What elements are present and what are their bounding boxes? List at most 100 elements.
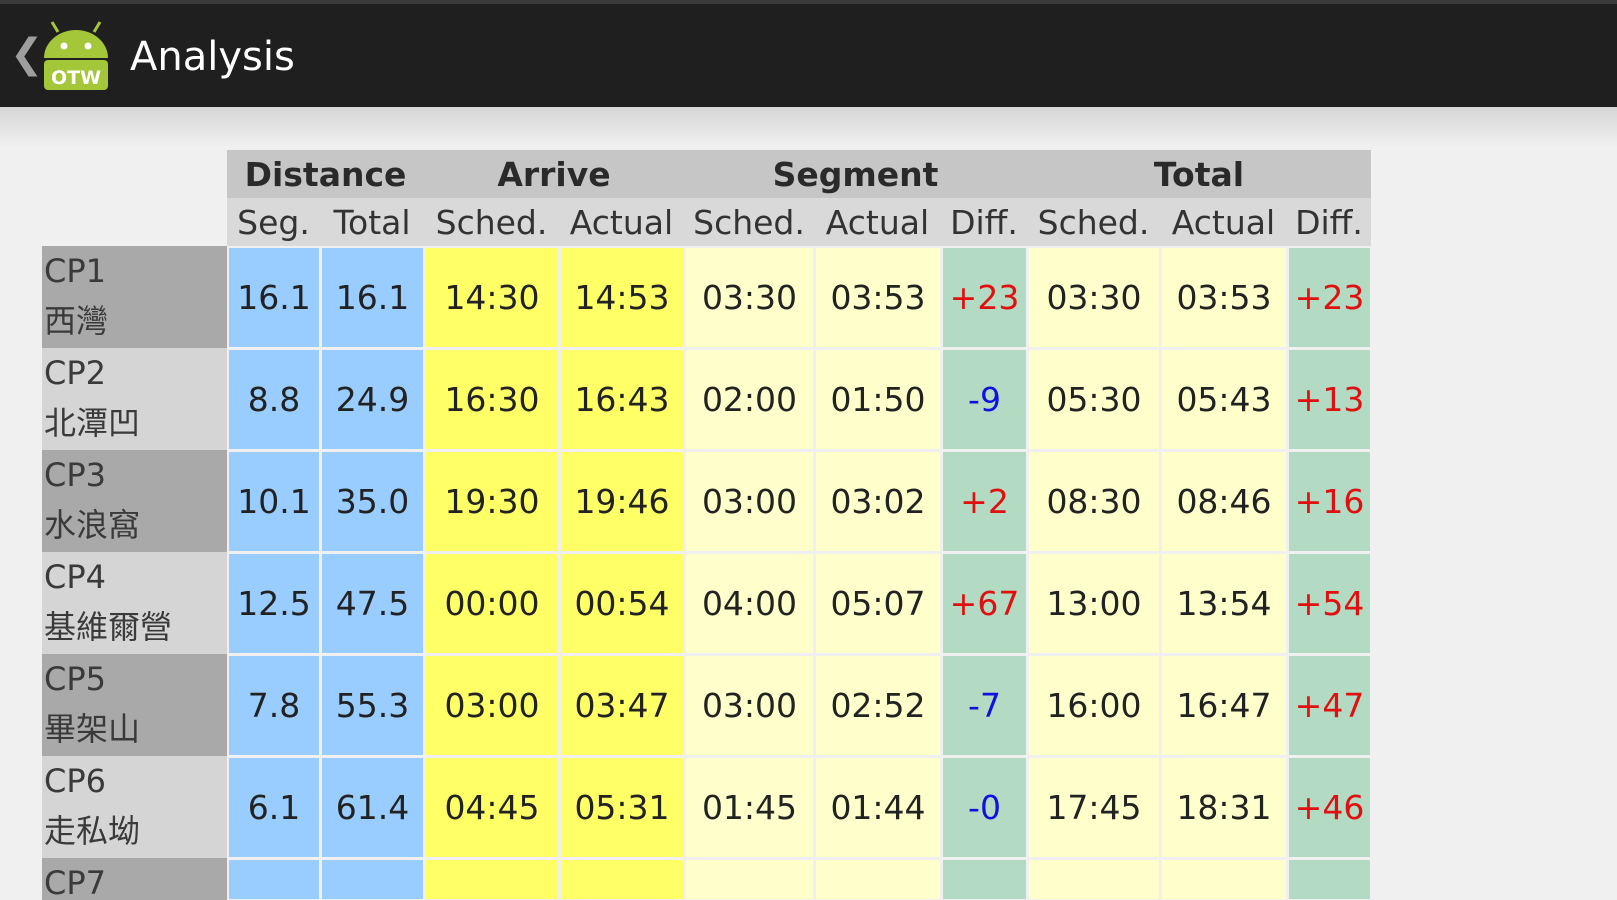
table-cell: 24.9 [322, 350, 423, 449]
table-cell: 16:00 [1029, 656, 1159, 755]
table-cell [686, 860, 813, 899]
table-cell: 61.4 [322, 758, 423, 857]
checkpoint-row-header[interactable]: CP2 北潭凹 [42, 348, 227, 450]
table-cell [816, 860, 940, 899]
table-cell: 03:02 [816, 452, 940, 551]
diff-cell: +2 [943, 452, 1026, 551]
table-cell: 55.3 [322, 656, 423, 755]
column-header: Sched. [684, 198, 814, 246]
table-cell: 03:47 [561, 656, 683, 755]
table-cell: 00:54 [561, 554, 683, 653]
table-cell: 7.8 [229, 656, 319, 755]
column-header: Sched. [424, 198, 559, 246]
column-header: Actual [559, 198, 684, 246]
diff-cell: +23 [943, 248, 1026, 347]
diff-cell: -9 [943, 350, 1026, 449]
checkpoint-code: CP6 [44, 762, 106, 800]
table-cell: 08:46 [1162, 452, 1286, 551]
table-cell: 16:47 [1162, 656, 1286, 755]
table-cell: 03:30 [1029, 248, 1159, 347]
table-cell: 05:31 [561, 758, 683, 857]
checkpoint-code: CP1 [44, 252, 106, 290]
table-cell [1029, 860, 1159, 899]
checkpoint-name: 西灣 [44, 302, 109, 340]
table-cell: 00:00 [426, 554, 558, 653]
diff-cell: +54 [1289, 554, 1370, 653]
table-cell: 16:43 [561, 350, 683, 449]
group-header: Arrive [424, 150, 684, 198]
table-cell: 02:00 [686, 350, 813, 449]
group-header: Total [1027, 150, 1371, 198]
table-cell: 10.1 [229, 452, 319, 551]
table-cell: 04:00 [686, 554, 813, 653]
table-cell: 03:00 [426, 656, 558, 755]
checkpoint-code: CP2 [44, 354, 106, 392]
diff-cell [943, 860, 1026, 899]
checkpoint-code: CP7 [44, 864, 106, 900]
checkpoint-row-header[interactable]: CP6 走私坳 [42, 756, 227, 858]
table-cell: 14:53 [561, 248, 683, 347]
table-cell: 19:30 [426, 452, 558, 551]
table-cell [1162, 860, 1286, 899]
checkpoint-code: CP5 [44, 660, 106, 698]
table-cell: 8.8 [229, 350, 319, 449]
diff-cell [1289, 860, 1370, 899]
column-header: Actual [1160, 198, 1287, 246]
table-cell: 01:44 [816, 758, 940, 857]
column-header: Diff. [1287, 198, 1371, 246]
table-cell: 05:43 [1162, 350, 1286, 449]
table-cell: 16:30 [426, 350, 558, 449]
table-cell [322, 860, 423, 899]
checkpoint-name: 北潭凹 [44, 404, 141, 442]
table-cell: 03:00 [686, 452, 813, 551]
checkpoint-row-header[interactable]: CP5 畢架山 [42, 654, 227, 756]
table-cell: 01:45 [686, 758, 813, 857]
table-cell: 18:31 [1162, 758, 1286, 857]
checkpoint-name: 走私坳 [44, 812, 141, 850]
checkpoint-row-header[interactable]: CP1 西灣 [42, 246, 227, 348]
group-header: Segment [684, 150, 1027, 198]
table-cell: 17:45 [1029, 758, 1159, 857]
diff-cell: -0 [943, 758, 1026, 857]
checkpoint-row-header[interactable]: CP7 [42, 858, 227, 900]
table-cell: 47.5 [322, 554, 423, 653]
table-cell: 05:07 [816, 554, 940, 653]
checkpoint-name: 畢架山 [44, 710, 141, 748]
diff-cell: +47 [1289, 656, 1370, 755]
group-header: Distance [227, 150, 424, 198]
table-cell: 16.1 [322, 248, 423, 347]
diff-cell: -7 [943, 656, 1026, 755]
column-header: Seg. [227, 198, 320, 246]
table-cell [229, 860, 319, 899]
checkpoint-code: CP3 [44, 456, 106, 494]
analysis-table: Distance Arrive Segment Total Seg. Total Sched… [0, 0, 1617, 900]
table-cell: 16.1 [229, 248, 319, 347]
table-cell: 03:53 [1162, 248, 1286, 347]
table-cell: 6.1 [229, 758, 319, 857]
column-header: Sched. [1027, 198, 1160, 246]
diff-cell: +13 [1289, 350, 1370, 449]
table-cell: 04:45 [426, 758, 558, 857]
table-cell: 08:30 [1029, 452, 1159, 551]
table-cell: 05:30 [1029, 350, 1159, 449]
table-cell: 12.5 [229, 554, 319, 653]
table-cell [561, 860, 683, 899]
column-header: Total [320, 198, 424, 246]
checkpoint-code: CP4 [44, 558, 106, 596]
diff-cell: +23 [1289, 248, 1370, 347]
column-header: Diff. [941, 198, 1027, 246]
table-cell: 13:00 [1029, 554, 1159, 653]
table-cell: 03:30 [686, 248, 813, 347]
checkpoint-name: 基維爾營 [44, 608, 173, 646]
checkpoint-row-header[interactable]: CP3 水浪窩 [42, 450, 227, 552]
table-cell: 03:53 [816, 248, 940, 347]
table-cell: 01:50 [816, 350, 940, 449]
table-cell: 19:46 [561, 452, 683, 551]
checkpoint-row-header[interactable]: CP4 基維爾營 [42, 552, 227, 654]
table-cell: 13:54 [1162, 554, 1286, 653]
checkpoint-name: 水浪窩 [44, 506, 141, 544]
diff-cell: +46 [1289, 758, 1370, 857]
table-cell: 02:52 [816, 656, 940, 755]
diff-cell: +67 [943, 554, 1026, 653]
diff-cell: +16 [1289, 452, 1370, 551]
